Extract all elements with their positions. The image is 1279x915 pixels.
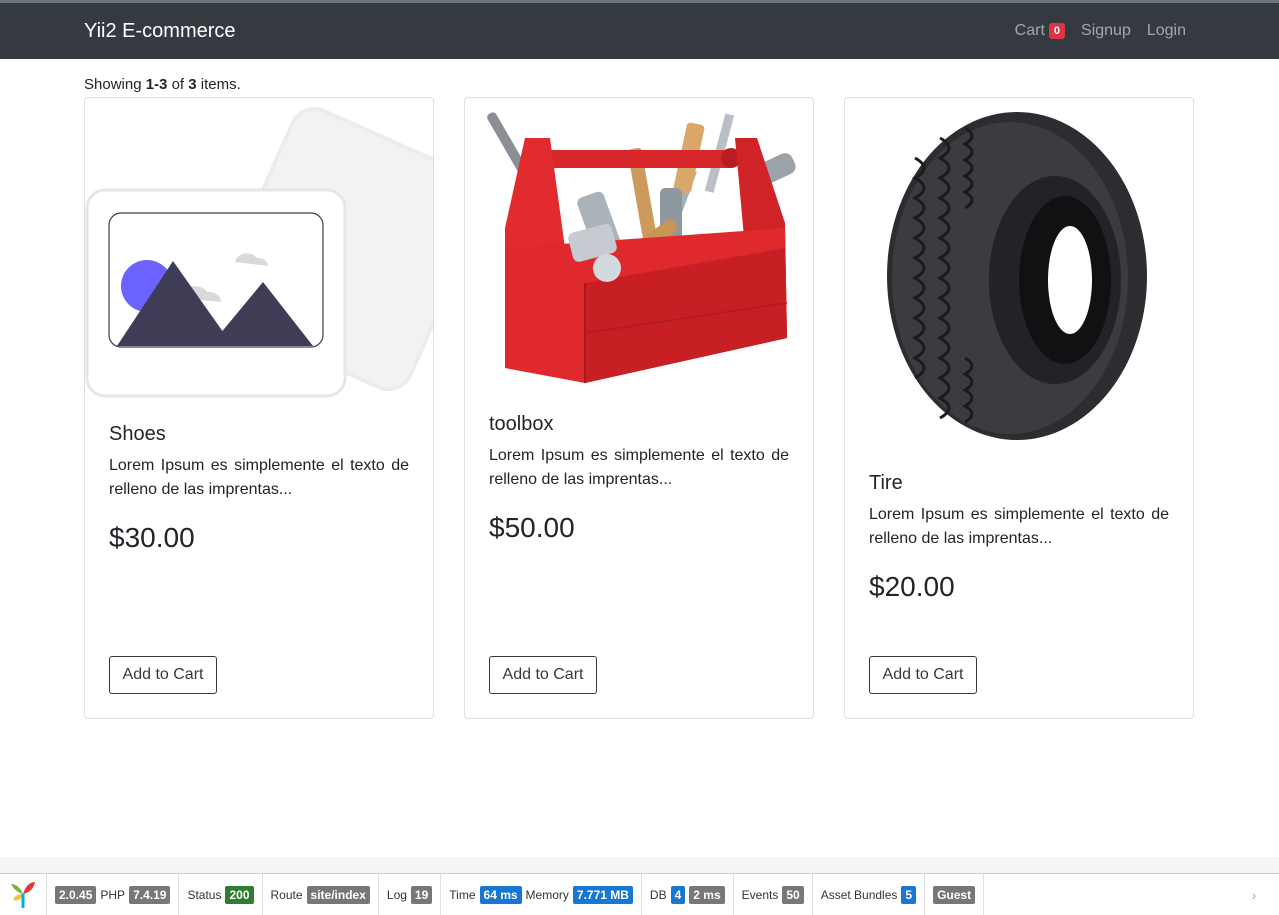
php-version-badge: 7.4.19: [129, 885, 171, 904]
events-count-badge: 50: [782, 885, 804, 904]
image-placeholder-icon: [85, 106, 433, 398]
debug-toolbar-inner: 2.0.45 PHP 7.4.19 Status 200 Route site/…: [0, 873, 1279, 915]
nav-links: Cart 0 Signup Login: [1015, 22, 1186, 40]
debug-log-block[interactable]: Log 19: [379, 874, 442, 915]
product-body: Tire Lorem Ipsum es simplemente el texto…: [869, 472, 1169, 603]
db-label: DB: [649, 887, 667, 902]
tire-image: [887, 112, 1147, 440]
assets-label: Asset Bundles: [820, 887, 898, 902]
add-to-cart-button[interactable]: Add to Cart: [489, 656, 597, 694]
navbar: Yii2 E-commerce Cart 0 Signup Login: [0, 0, 1279, 59]
debug-version-block[interactable]: 2.0.45 PHP 7.4.19: [47, 874, 180, 915]
product-description: Lorem Ipsum es simplemente el texto de r…: [869, 506, 1169, 547]
status-code-badge: 200: [225, 885, 254, 904]
assets-count-badge: 5: [901, 885, 917, 904]
product-description: Lorem Ipsum es simplemente el texto de r…: [109, 457, 409, 498]
db-time-badge: 2 ms: [689, 885, 725, 904]
summary-middle: of: [167, 76, 189, 93]
cart-label: Cart: [1014, 22, 1045, 39]
product-body: toolbox Lorem Ipsum es simplemente el te…: [489, 413, 789, 544]
signup-link[interactable]: Signup: [1081, 22, 1131, 40]
route-badge: site/index: [306, 885, 370, 904]
log-count-badge: 19: [410, 885, 433, 904]
route-label: Route: [270, 887, 303, 902]
brand-link[interactable]: Yii2 E-commerce: [84, 20, 236, 43]
debug-db-block[interactable]: DB 4 2 ms: [642, 874, 734, 915]
time-label: Time: [449, 887, 476, 902]
php-label: PHP: [100, 887, 126, 902]
product-description: Lorem Ipsum es simplemente el texto de r…: [489, 447, 789, 488]
yii-version-badge: 2.0.45: [55, 885, 97, 904]
status-label: Status: [187, 887, 222, 902]
product-body: Shoes Lorem Ipsum es simplemente el text…: [109, 423, 409, 554]
time-badge: 64 ms: [479, 885, 522, 904]
memory-badge: 7.771 MB: [572, 885, 633, 904]
add-to-cart-button[interactable]: Add to Cart: [869, 656, 977, 694]
user-badge: Guest: [933, 885, 976, 904]
product-card: toolbox Lorem Ipsum es simplemente el te…: [464, 97, 814, 719]
product-card: Shoes Lorem Ipsum es simplemente el text…: [84, 97, 434, 719]
db-count-badge: 4: [670, 885, 686, 904]
cart-count-badge: 0: [1048, 23, 1066, 39]
memory-label: Memory: [525, 887, 569, 902]
debug-assets-block[interactable]: Asset Bundles 5: [813, 874, 926, 915]
product-price: $30.00: [109, 522, 195, 553]
debug-events-block[interactable]: Events 50: [734, 874, 813, 915]
chevron-right-icon[interactable]: ›: [1229, 874, 1279, 915]
debug-time-block[interactable]: Time 64 ms Memory 7.771 MB: [441, 874, 642, 915]
summary-suffix: items.: [196, 76, 241, 93]
product-name[interactable]: Shoes: [109, 423, 409, 446]
debug-toolbar: 2.0.45 PHP 7.4.19 Status 200 Route site/…: [0, 857, 1279, 915]
product-card: Tire Lorem Ipsum es simplemente el texto…: [844, 97, 1194, 719]
events-label: Events: [741, 887, 779, 902]
product-price: $50.00: [489, 512, 575, 543]
debug-user-block[interactable]: Guest: [925, 874, 985, 915]
log-label: Log: [386, 887, 407, 902]
yii-logo-icon[interactable]: [0, 874, 47, 915]
debug-route-block[interactable]: Route site/index: [263, 874, 379, 915]
cart-link[interactable]: Cart 0: [1014, 22, 1066, 40]
toolbox-image: [487, 112, 796, 383]
product-name[interactable]: Tire: [869, 472, 1169, 495]
list-summary: Showing 1-3 of 3 items.: [84, 76, 241, 93]
summary-total: 3: [188, 76, 197, 93]
login-link[interactable]: Login: [1147, 22, 1186, 40]
add-to-cart-button[interactable]: Add to Cart: [109, 656, 217, 694]
summary-range: 1-3: [145, 76, 168, 93]
product-price: $20.00: [869, 571, 955, 602]
debug-status-block[interactable]: Status 200: [179, 874, 263, 915]
product-name[interactable]: toolbox: [489, 413, 789, 436]
summary-prefix: Showing: [84, 76, 146, 93]
